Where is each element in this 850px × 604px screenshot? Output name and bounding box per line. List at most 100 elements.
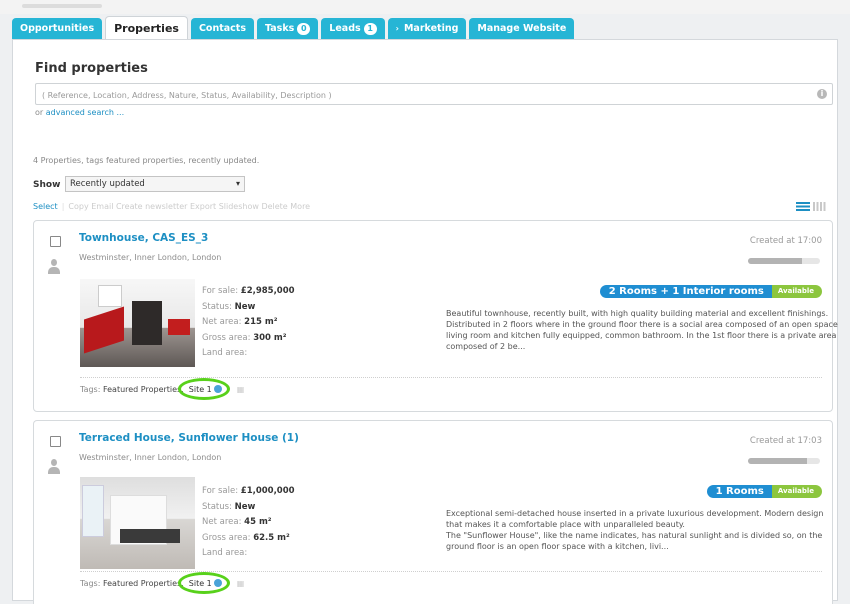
tab-label: Properties — [114, 21, 179, 35]
tab-label: Contacts — [198, 23, 246, 34]
bulk-actions: Select | Copy Email Create newsletter Expo… — [33, 202, 310, 211]
top-strip-text — [22, 4, 102, 8]
grid-view-icon[interactable] — [813, 202, 827, 211]
tab-opportunities[interactable]: Opportunities — [12, 18, 103, 40]
status-label: Status: — [202, 301, 232, 312]
tab-label: Marketing — [403, 23, 459, 34]
net-area-value: 215 m² — [244, 317, 278, 327]
completion-bar-fill — [748, 258, 802, 264]
property-photo[interactable] — [80, 279, 195, 367]
tag-featured[interactable]: Featured Properties, — [103, 385, 184, 394]
divider — [80, 571, 822, 572]
user-icon — [47, 259, 61, 275]
tab-label: Opportunities — [20, 23, 95, 34]
page-title: Find properties — [35, 61, 148, 76]
select-link[interactable]: Select — [33, 202, 58, 211]
gross-area-row: Gross area: 300 m² — [202, 331, 295, 347]
advanced-search-link[interactable]: advanced search ... — [46, 108, 124, 117]
tag-site[interactable]: Site 1 — [177, 572, 230, 594]
property-title[interactable]: Terraced House, Sunflower House (1) — [79, 432, 299, 444]
bulk-actions-list: Copy Email Create newsletter Export Slid… — [68, 202, 311, 211]
more-icon: ▦ — [236, 385, 245, 394]
gross-area-label: Gross area: — [202, 532, 251, 543]
land-area-row: Land area: — [202, 346, 295, 362]
price-value: £1,000,000 — [240, 486, 295, 496]
gross-area-label: Gross area: — [202, 332, 251, 343]
tab-label: Manage Website — [477, 23, 567, 34]
net-area-value: 45 m² — [244, 517, 272, 527]
land-area-row: Land area: — [202, 546, 295, 562]
tasks-count-badge: 0 — [297, 23, 311, 35]
status-row: Status: New — [202, 500, 295, 516]
advanced-prefix: or — [35, 108, 44, 117]
dropdown-arrow-icon: ▾ — [235, 179, 240, 188]
land-area-label: Land area: — [202, 548, 248, 558]
sort-select[interactable]: Recently updated ▾ — [65, 176, 245, 192]
rooms-availability-badge: 1 Rooms Available — [706, 485, 822, 498]
advanced-search: or advanced search ... — [35, 108, 124, 117]
gross-area-value: 300 m² — [253, 332, 287, 343]
property-location: Westminster, Inner London, London — [79, 253, 222, 262]
property-facts: For sale: £1,000,000 Status: New Net are… — [202, 484, 295, 562]
created-time: Created at 17:00 — [749, 236, 822, 246]
status-value: New — [234, 301, 256, 312]
tab-label: Tasks — [265, 23, 295, 34]
status-label: Status: — [202, 501, 232, 512]
property-photo[interactable] — [80, 477, 195, 569]
gross-area-value: 62.5 m² — [253, 532, 290, 543]
rooms-badge: 2 Rooms + 1 Interior rooms — [599, 285, 772, 298]
divider: | — [61, 202, 65, 211]
net-area-label: Net area: — [202, 317, 242, 327]
land-area-label: Land area: — [202, 348, 248, 358]
status-row: Status: New — [202, 300, 295, 316]
property-description: Beautiful townhouse, recently built, wit… — [446, 309, 838, 351]
highlight-ring — [177, 572, 230, 594]
info-icon[interactable]: i — [817, 89, 827, 99]
divider — [80, 377, 822, 378]
completion-bar-fill — [748, 458, 808, 464]
select-checkbox[interactable] — [50, 436, 61, 447]
tags-label: Tags: — [80, 579, 101, 588]
price-label: For sale: — [202, 486, 239, 496]
tab-marketing[interactable]: › Marketing — [387, 18, 467, 40]
tab-leads[interactable]: Leads 1 — [321, 18, 385, 40]
list-view-icon[interactable] — [796, 202, 810, 211]
search-box: i — [35, 83, 833, 105]
tags-label: Tags: — [80, 385, 101, 394]
property-card: Terraced House, Sunflower House (1) West… — [33, 420, 833, 604]
properties-panel: Find properties i or advanced search ...… — [12, 39, 838, 604]
results-summary: 4 Properties, tags featured properties, … — [33, 156, 260, 165]
main-tabs: Opportunities Properties Contacts Tasks 0… — [12, 16, 575, 40]
price-row: For sale: £2,985,000 — [202, 284, 295, 300]
leads-count-badge: 1 — [363, 23, 377, 35]
property-card: Townhouse, CAS_ES_3 Westminster, Inner L… — [33, 220, 838, 412]
tag-featured[interactable]: Featured Properties, — [103, 579, 184, 588]
completion-bar — [748, 258, 820, 264]
select-checkbox[interactable] — [50, 236, 61, 247]
property-tags: Tags: Featured Properties, Site 1 ▦ — [80, 572, 244, 594]
completion-bar — [748, 458, 820, 464]
price-row: For sale: £1,000,000 — [202, 484, 295, 500]
tab-tasks[interactable]: Tasks 0 — [257, 18, 319, 40]
tag-site[interactable]: Site 1 — [177, 378, 230, 400]
browser-top-strip — [0, 0, 850, 14]
search-input[interactable] — [40, 86, 814, 104]
net-area-label: Net area: — [202, 517, 242, 527]
rooms-badge: 1 Rooms — [706, 485, 772, 498]
price-value: £2,985,000 — [240, 286, 295, 296]
net-area-row: Net area: 45 m² — [202, 515, 295, 531]
tab-contacts[interactable]: Contacts — [190, 18, 254, 40]
property-title[interactable]: Townhouse, CAS_ES_3 — [79, 232, 208, 244]
chevron-right-icon: › — [395, 24, 399, 33]
highlight-ring — [177, 378, 230, 400]
property-tags: Tags: Featured Properties, Site 1 ▦ — [80, 378, 245, 400]
user-icon — [47, 459, 61, 475]
price-label: For sale: — [202, 286, 239, 296]
availability-badge: Available — [771, 285, 822, 298]
view-switcher — [796, 202, 827, 211]
net-area-row: Net area: 215 m² — [202, 315, 295, 331]
created-time: Created at 17:03 — [749, 436, 822, 446]
sort-select-value: Recently updated — [70, 179, 145, 189]
tab-properties[interactable]: Properties — [105, 16, 188, 40]
tab-manage-website[interactable]: Manage Website — [469, 18, 575, 40]
